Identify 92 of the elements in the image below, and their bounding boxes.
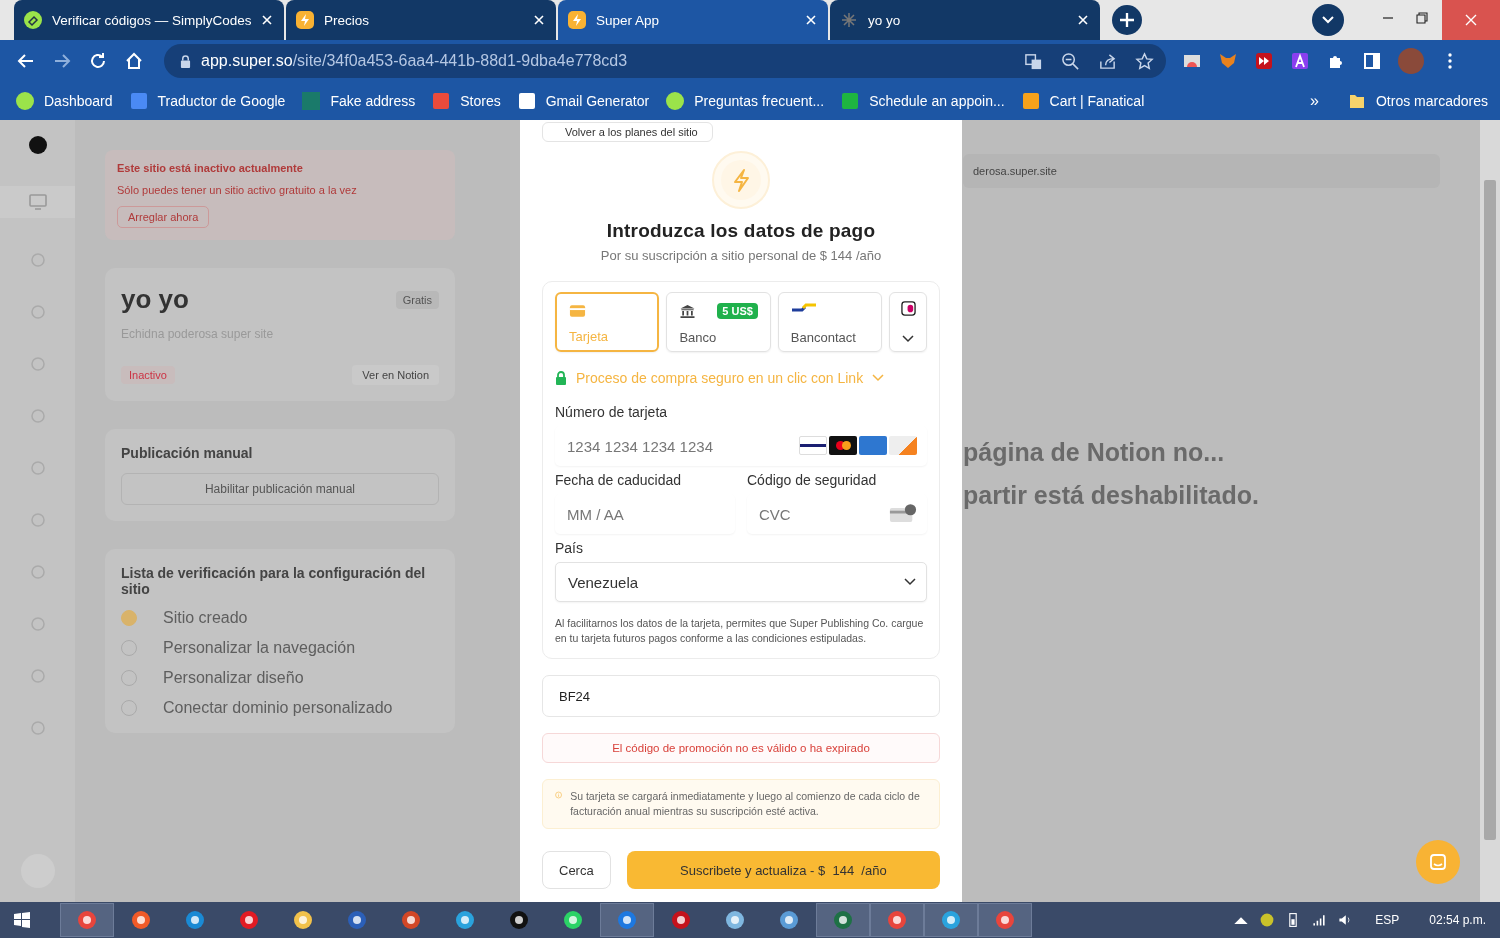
reload-icon[interactable] <box>88 51 108 71</box>
language-indicator[interactable]: ESP <box>1375 913 1400 927</box>
section-title: Lista de verificación para la configuración del sitio <box>121 565 427 597</box>
lightning-icon <box>568 11 586 29</box>
expiry-field[interactable]: MM / AA <box>555 494 735 534</box>
bookmark[interactable]: Preguntas frecuent... <box>666 92 825 110</box>
promo-code-field[interactable]: BF24 <box>542 675 940 717</box>
browser-tab[interactable]: Verificar códigos — SimplyCodes <box>14 0 284 40</box>
lock-icon <box>555 371 567 385</box>
close-icon[interactable] <box>534 15 544 25</box>
field-label: Código de seguridad <box>747 472 878 488</box>
close-button[interactable]: Cerca <box>542 851 611 889</box>
browser-tab[interactable]: Precios <box>286 0 556 40</box>
bookmark[interactable]: Dashboard <box>16 92 113 110</box>
asterisk-icon <box>840 11 858 29</box>
more-methods-button[interactable] <box>889 292 927 352</box>
payment-method-tab[interactable]: 5 US$ Banco <box>666 292 771 352</box>
bank-icon <box>679 304 697 318</box>
bookmark[interactable]: Stores <box>432 92 501 110</box>
signal-icon[interactable] <box>1311 912 1328 928</box>
scrollbar[interactable] <box>1480 120 1500 902</box>
fast-forward-icon[interactable] <box>1254 51 1274 71</box>
subscribe-button[interactable]: Suscribete y actualiza - $ 144 /año <box>626 851 940 889</box>
close-icon[interactable] <box>806 15 816 25</box>
bonus-badge: 5 US$ <box>717 303 758 319</box>
chevron-down-icon <box>1322 16 1334 24</box>
close-icon <box>1465 14 1477 26</box>
bookmark[interactable]: Traductor de Google <box>129 92 286 110</box>
back-link[interactable]: Volver a los planes del sitio <box>542 122 713 142</box>
lightning-icon <box>711 150 771 210</box>
address-bar[interactable]: app.super.so/site/34f0a453-6aa4-441b-88d1-9dba4e778cd3 <box>164 44 1166 78</box>
lightning-icon <box>296 11 314 29</box>
bookmark[interactable]: Cart | Fanatical <box>1021 92 1145 110</box>
credit-card-icon <box>569 304 586 318</box>
letter-icon[interactable] <box>1290 51 1310 71</box>
bookmark-folder[interactable]: Otros marcadores <box>1347 92 1488 110</box>
notice-text: Su tarjeta se cargará inmediatamente y luego al comienzo de cada ciclo de facturación anual mientras su suscripción esté activa. <box>570 789 921 819</box>
country-select[interactable]: Venezuela <box>555 562 927 602</box>
checklist-item: Personalizar diseño <box>163 669 304 687</box>
windows-logo-icon[interactable] <box>14 912 30 928</box>
ideal-logo-icon <box>900 301 916 316</box>
info-icon <box>555 789 563 801</box>
star-icon[interactable] <box>1135 51 1154 71</box>
clock[interactable]: 02:54 p.m. <box>1429 913 1486 927</box>
alert-text: Sólo puedes tener un sitio activo gratuito a la vez <box>117 184 357 196</box>
site-url: derosa.super.site <box>973 165 1057 177</box>
home-icon[interactable] <box>124 51 144 71</box>
more-bookmarks-button[interactable]: » <box>1310 92 1319 110</box>
close-icon[interactable] <box>1078 15 1088 25</box>
checklist-item: Conectar dominio personalizado <box>163 699 393 717</box>
checklist-item: Sitio creado <box>163 609 248 627</box>
disclaimer-text: Al facilitarnos los datos de la tarjeta, permites que Super Publishing Co. cargue en tu tarjeta futuros pagos conforme a las condiciones estipuladas. <box>555 616 925 646</box>
plus-icon <box>1120 13 1134 27</box>
url-text: app.super.so/site/34f0a453-6aa4-441b-88d1-9dba4e778cd3 <box>201 52 628 70</box>
card-number-field[interactable]: 1234 1234 1234 1234 <box>555 426 927 466</box>
bancontact-logo-icon <box>790 303 817 313</box>
preview-message: partir está deshabilitado. <box>963 481 1260 510</box>
logo-icon <box>28 136 47 154</box>
plan-badge: Gratis <box>395 290 439 309</box>
bookmark[interactable]: Schedule an appoin... <box>841 92 1005 110</box>
restore-icon[interactable] <box>1416 12 1428 24</box>
field-label: País <box>555 540 584 556</box>
alert-title: Este sitio está inactivo actualmente <box>117 162 303 174</box>
chevron-down-icon <box>904 578 916 586</box>
browser-tab[interactable]: Super App <box>558 0 828 40</box>
zoom-out-icon[interactable] <box>1061 51 1080 71</box>
preview-message: página de Notion no... <box>963 438 1226 467</box>
chat-icon <box>1428 852 1448 872</box>
dialog-title: Introduzca los datos de pago <box>606 220 876 242</box>
field-label: Número de tarjeta <box>555 404 669 420</box>
bookmark[interactable]: Gmail Generator <box>517 92 650 110</box>
new-tab-button[interactable] <box>1112 5 1142 35</box>
dialog-subtitle: Por su suscripción a sitio personal de $ 144 /año <box>600 248 882 263</box>
cvc-field[interactable]: CVC <box>747 494 927 534</box>
section-title: Publicación manual <box>121 445 254 461</box>
payment-method-tab[interactable]: Bancontact <box>777 292 883 352</box>
status-badge: Inactivo <box>121 366 175 384</box>
close-icon[interactable] <box>262 15 272 25</box>
card-back-icon <box>889 504 917 523</box>
view-in-notion-button[interactable]: Ver en Notion <box>352 365 439 385</box>
browser-tab[interactable]: yo yo <box>830 0 1100 40</box>
error-message: El código de promoción no es válido o ha expirado <box>542 733 940 763</box>
fox-icon[interactable] <box>1218 51 1238 71</box>
field-label: Fecha de caducidad <box>555 472 683 488</box>
bookmark[interactable]: Fake address <box>302 92 416 110</box>
site-name: yo yo <box>121 284 189 315</box>
side-panel-icon[interactable] <box>1362 51 1382 71</box>
checklist-item: Personalizar la navegación <box>163 639 356 657</box>
lock-icon <box>180 54 191 68</box>
tab-search-button[interactable] <box>1312 4 1344 36</box>
enable-publishing-button[interactable]: Habilitar publicación manual <box>121 473 439 505</box>
chevron-down-icon <box>902 335 915 343</box>
